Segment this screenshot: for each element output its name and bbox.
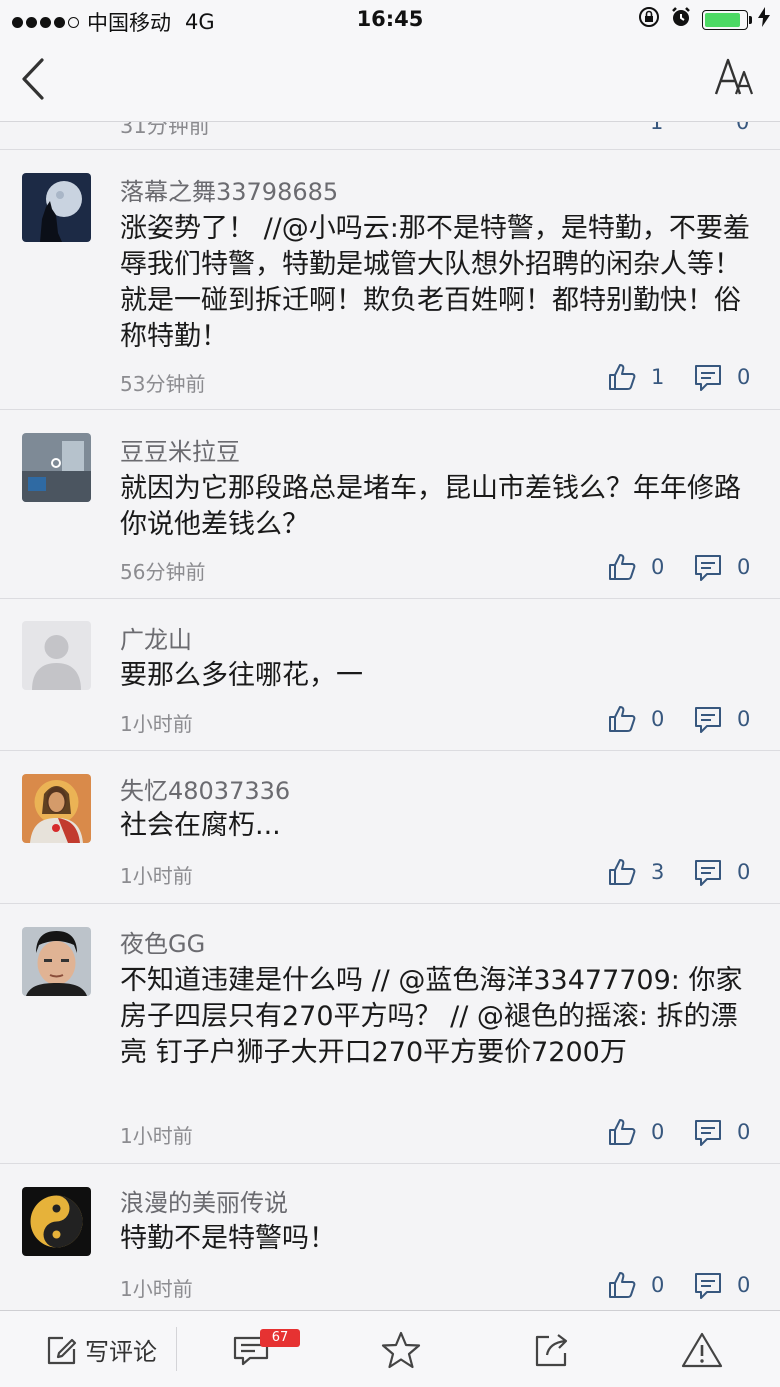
thumbs-up-icon	[609, 1272, 636, 1298]
edit-icon	[47, 1336, 77, 1364]
comment-item: 豆豆米拉豆 就因为它那段路总是堵车，昆山市差钱么？年年修路你说他差钱么？ 56分…	[0, 410, 780, 599]
write-comment-label: 写评论	[85, 1338, 157, 1366]
reply-button[interactable]: 0	[693, 552, 750, 582]
comment-bubble-icon	[695, 1120, 721, 1146]
like-button[interactable]: 1	[607, 362, 664, 392]
reply-button[interactable]: 0	[693, 704, 750, 734]
reply-button[interactable]: 0	[693, 1270, 750, 1300]
share-icon	[535, 1333, 568, 1366]
chevron-left-icon	[22, 58, 44, 100]
like-button[interactable]: 0	[607, 704, 664, 734]
reply-count: 0	[737, 860, 751, 884]
previous-reply-count: 0	[736, 122, 750, 134]
write-comment-button[interactable]: 写评论	[26, 1311, 176, 1387]
rotation-lock-icon	[638, 6, 660, 33]
battery-icon	[702, 9, 752, 30]
charging-icon	[758, 7, 770, 32]
font-size-icon	[714, 58, 754, 95]
comment-count-badge: 67	[260, 1329, 300, 1347]
like-count: 0	[651, 1120, 665, 1144]
avatar[interactable]	[22, 173, 91, 242]
avatar[interactable]	[22, 433, 91, 502]
alarm-icon	[670, 6, 692, 33]
thumbs-up-icon	[609, 859, 636, 885]
status-bar: 中国移动 4G 16:45	[0, 0, 780, 40]
comment-list[interactable]: 31分钟前 1 0 落幕之舞33798685 涨姿势了！ //@小吗云:那不是特…	[0, 122, 780, 1310]
like-count: 0	[651, 1273, 665, 1297]
avatar[interactable]	[22, 927, 91, 996]
reply-button[interactable]: 0	[693, 1117, 750, 1147]
avatar[interactable]	[22, 774, 91, 843]
previous-comment-tail: 31分钟前 1 0	[0, 122, 780, 150]
comment-text: 要那么多往哪花，一	[120, 660, 363, 691]
like-button[interactable]: 0	[607, 552, 664, 582]
comment-text: 社会在腐朽...	[120, 810, 281, 841]
comment-bubble-icon	[695, 555, 721, 581]
avatar[interactable]	[22, 1187, 91, 1256]
warning-icon	[681, 1332, 723, 1367]
reply-button[interactable]: 0	[693, 857, 750, 887]
like-button[interactable]: 0	[607, 1117, 664, 1147]
comment-item: 落幕之舞33798685 涨姿势了！ //@小吗云:那不是特警，是特勤，不要羞辱…	[0, 150, 780, 410]
comment-text: 涨姿势了！ //@小吗云:那不是特警，是特勤，不要羞辱我们特警，特勤是城管大队想…	[120, 213, 750, 352]
like-count: 0	[651, 555, 665, 579]
comment-text: 特勤不是特警吗！	[120, 1223, 336, 1254]
comment-time: 1小时前	[120, 712, 193, 736]
comments-button[interactable]	[216, 1311, 286, 1387]
reply-button[interactable]: 0	[693, 362, 750, 392]
bottom-toolbar: 写评论 67	[0, 1310, 780, 1387]
font-size-button[interactable]	[714, 56, 758, 100]
reply-count: 0	[737, 365, 751, 389]
comment-bubble-icon	[695, 860, 721, 886]
reply-count: 0	[737, 555, 751, 579]
comment-username[interactable]: 浪漫的美丽传说	[120, 1183, 288, 1218]
comment-username[interactable]: 落幕之舞33798685	[120, 172, 338, 207]
comment-item: 失忆48037336 社会在腐朽... 1小时前 3 0	[0, 751, 780, 904]
comment-time: 53分钟前	[120, 372, 206, 396]
comment-username[interactable]: 夜色GG	[120, 924, 205, 959]
thumbs-up-icon	[609, 706, 636, 732]
avatar[interactable]	[22, 621, 91, 690]
like-count: 1	[651, 365, 665, 389]
comment-text: 就因为它那段路总是堵车，昆山市差钱么？年年修路你说他差钱么？	[120, 473, 741, 540]
comment-bubble-icon	[695, 707, 721, 733]
like-count: 0	[651, 707, 665, 731]
comment-bubble-icon	[695, 365, 721, 391]
report-button[interactable]	[667, 1311, 737, 1387]
toolbar-divider	[176, 1327, 177, 1371]
like-button[interactable]: 3	[607, 857, 664, 887]
previous-comment-time: 31分钟前	[120, 122, 210, 138]
comment-text: 不知道违建是什么吗 // @蓝色海洋33477709: 你家房子四层只有270平…	[120, 965, 743, 1068]
comment-time: 56分钟前	[120, 560, 206, 584]
thumbs-up-icon	[609, 554, 636, 580]
reply-count: 0	[737, 1273, 751, 1297]
reply-count: 0	[737, 707, 751, 731]
back-button[interactable]	[14, 54, 58, 104]
comment-bubble-icon	[695, 1273, 721, 1299]
comment-item: 夜色GG 不知道违建是什么吗 // @蓝色海洋33477709: 你家房子四层只…	[0, 904, 780, 1164]
comment-item: 浪漫的美丽传说 特勤不是特警吗！ 1小时前 0 0	[0, 1164, 780, 1310]
favorite-button[interactable]	[366, 1311, 436, 1387]
comment-username[interactable]: 广龙山	[120, 620, 192, 655]
thumbs-up-icon	[609, 364, 636, 390]
comment-time: 1小时前	[120, 1277, 193, 1301]
thumbs-up-icon	[609, 1119, 636, 1145]
navigation-bar	[0, 40, 780, 122]
like-button[interactable]: 0	[607, 1270, 664, 1300]
comment-username[interactable]: 失忆48037336	[120, 771, 290, 806]
reply-count: 0	[737, 1120, 751, 1144]
star-icon	[381, 1331, 421, 1368]
comment-item: 广龙山 要那么多往哪花，一 1小时前 0 0	[0, 599, 780, 751]
comment-time: 1小时前	[120, 864, 193, 888]
comment-time: 1小时前	[120, 1124, 193, 1148]
share-button[interactable]	[517, 1311, 587, 1387]
comment-username[interactable]: 豆豆米拉豆	[120, 432, 240, 467]
previous-like-count: 1	[650, 122, 664, 134]
like-count: 3	[651, 860, 665, 884]
